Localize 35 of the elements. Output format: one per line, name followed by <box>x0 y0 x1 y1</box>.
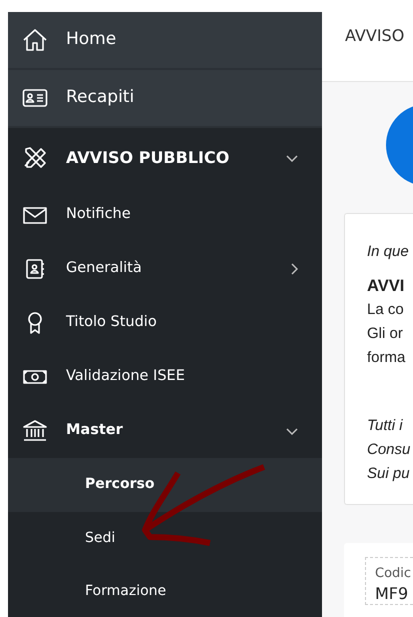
pencil-ruler-icon <box>22 146 48 170</box>
card-text: In que <box>367 242 410 262</box>
code-field[interactable]: Codic MF9 <box>365 557 413 604</box>
menu-item-label: Validazione ISEE <box>66 367 186 386</box>
menu-item-label: Generalità <box>66 259 143 278</box>
card-text: Consu <box>367 440 412 460</box>
submenu-item[interactable]: Sedi <box>8 512 322 565</box>
sidebar-link[interactable]: Recapiti <box>8 70 322 128</box>
id-card-icon <box>22 86 48 110</box>
field-label: Codic <box>375 565 412 583</box>
home-icon <box>22 28 48 52</box>
bank-building-icon <box>22 419 48 443</box>
card-text: La co <box>367 300 405 320</box>
card-text: AVVI <box>367 276 406 297</box>
submenu-item[interactable]: Formazione <box>8 565 322 617</box>
sidebar-link[interactable]: Home <box>8 12 322 70</box>
card-text: Sui pu <box>367 464 411 484</box>
menu-item-label: Master <box>66 421 124 440</box>
submenu-item[interactable]: Percorso <box>8 458 322 512</box>
card-text: forma <box>367 348 406 368</box>
page-header: AVVISO <box>322 12 413 82</box>
field-value: MF9 <box>375 584 410 604</box>
menu-item-label: Notifiche <box>66 205 132 224</box>
card-text: Gli or <box>367 324 404 344</box>
menu-item[interactable]: Notifiche <box>8 188 322 242</box>
menu-item[interactable]: Generalità <box>8 242 322 296</box>
menu-item[interactable]: Titolo Studio <box>8 296 322 350</box>
menu-section[interactable]: AVVISO PUBBLICO <box>8 128 322 188</box>
menu-item[interactable]: Validazione ISEE <box>8 350 322 404</box>
card-text: Tutti i <box>367 416 404 436</box>
sidebar-link-label: Recapiti <box>66 86 134 110</box>
menu-section-label: AVVISO PUBBLICO <box>66 147 230 169</box>
sidebar-link-label: Home <box>66 28 116 52</box>
menu-item[interactable]: Master <box>8 404 322 458</box>
menu-item-label: Titolo Studio <box>66 313 158 332</box>
